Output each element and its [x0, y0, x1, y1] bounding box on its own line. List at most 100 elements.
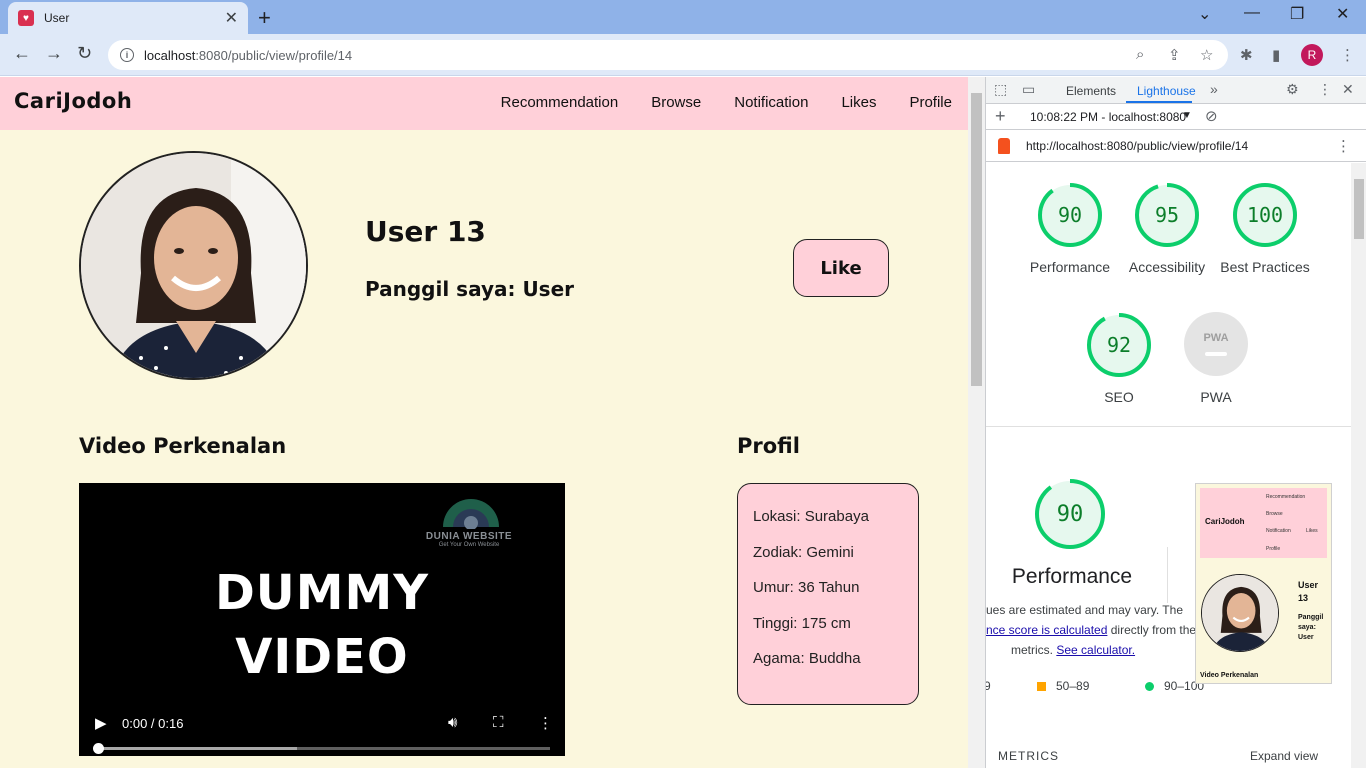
devtools-settings-icon[interactable]: ⚙: [1286, 81, 1299, 98]
video-time: 0:00 / 0:16: [122, 716, 184, 731]
close-tab-icon[interactable]: ✕: [225, 8, 238, 28]
inspect-element-icon[interactable]: ⬚: [994, 81, 1007, 98]
video-more-icon[interactable]: ⋮: [538, 714, 553, 732]
chrome-menu-icon[interactable]: ⋮: [1340, 46, 1355, 64]
heart-favicon-icon: ♥: [18, 10, 34, 26]
final-screenshot-thumbnail[interactable]: CariJodoh Recommendation Browse Notifica…: [1195, 483, 1332, 684]
video-seekbar[interactable]: [98, 747, 550, 750]
score-gauge-seo[interactable]: 92: [1086, 312, 1152, 378]
tab-title: User: [44, 11, 70, 25]
seek-knob[interactable]: [93, 743, 104, 754]
thumb-logo: CariJodoh: [1205, 517, 1245, 526]
play-icon[interactable]: ▶: [95, 714, 107, 732]
tab-lighthouse[interactable]: Lighthouse: [1137, 84, 1196, 98]
expand-view-toggle[interactable]: Expand view: [1250, 749, 1318, 763]
browser-toolbar: ← → ↻ i localhost:8080/public/view/profi…: [0, 34, 1366, 76]
extensions-icon[interactable]: ✱: [1240, 46, 1253, 64]
legend-green-dot-icon: [1145, 682, 1154, 692]
profile-avatar[interactable]: R: [1301, 44, 1323, 66]
new-tab-icon[interactable]: +: [258, 5, 271, 31]
lighthouse-url-bar: http://localhost:8080/public/view/profil…: [986, 130, 1366, 162]
watermark-text: DUNIA WEBSITE: [425, 531, 513, 542]
nav-recommendation[interactable]: Recommendation: [501, 94, 619, 111]
perf-gauge-large: 90: [1035, 479, 1105, 549]
new-report-icon[interactable]: +: [995, 106, 1006, 127]
thumb-video-heading: Video Perkenalan: [1200, 672, 1259, 679]
score-gauge-best-practices[interactable]: 100: [1232, 182, 1298, 248]
side-panel-icon[interactable]: ▮: [1272, 46, 1280, 64]
site-info-icon[interactable]: i: [120, 48, 134, 62]
label-seo: SEO: [1104, 389, 1134, 405]
devtools-scrollbar[interactable]: [1351, 163, 1366, 768]
watermark-subtext: Get Your Own Website: [438, 542, 500, 548]
like-button[interactable]: Like: [793, 239, 889, 297]
tab-elements[interactable]: Elements: [1066, 84, 1116, 98]
video-watermark: DUNIA WEBSITE Get Your Own Website: [419, 531, 519, 548]
tab-search-icon[interactable]: ⌄: [1198, 4, 1211, 24]
minimize-icon[interactable]: —: [1244, 4, 1260, 22]
devtools-tabbar: ⬚ ▭ Elements Lighthouse » ⚙ ⋮ ✕: [986, 77, 1366, 104]
device-toolbar-icon[interactable]: ▭: [1022, 81, 1035, 98]
back-icon[interactable]: ←: [13, 43, 31, 64]
nav-profile[interactable]: Profile: [909, 94, 952, 111]
profil-heading: Profil: [737, 434, 800, 458]
intro-video-player[interactable]: DUNIA WEBSITE Get Your Own Website DUMMY…: [79, 483, 565, 756]
video-buffered-bar: [98, 747, 297, 750]
nav-browse[interactable]: Browse: [651, 94, 701, 111]
forward-icon[interactable]: →: [45, 43, 63, 64]
report-url: http://localhost:8080/public/view/profil…: [1026, 139, 1249, 153]
page-scrollbar[interactable]: [968, 77, 985, 768]
score-gauge-accessibility[interactable]: 95: [1134, 182, 1200, 248]
devtools-menu-icon[interactable]: ⋮: [1318, 81, 1332, 98]
pwa-dash: [1205, 352, 1227, 356]
nav-notification[interactable]: Notification: [734, 94, 808, 111]
pwa-badge-text: PWA: [1203, 332, 1229, 344]
page-scroll-thumb[interactable]: [971, 93, 982, 386]
bookmark-star-icon[interactable]: ☆: [1200, 46, 1213, 64]
legend-low-label: 9: [986, 679, 991, 693]
profile-details-card: Lokasi: Surabaya Zodiak: Gemini Umur: 36…: [737, 483, 919, 705]
detail-age: Umur: 36 Tahun: [753, 579, 860, 596]
clear-reports-icon[interactable]: ⊘: [1205, 107, 1218, 125]
reload-icon[interactable]: ↻: [77, 43, 92, 64]
report-dropdown-icon[interactable]: ▼: [1182, 110, 1192, 121]
zoom-icon[interactable]: ⌕: [1136, 46, 1144, 63]
report-menu-icon[interactable]: ⋮: [1336, 137, 1351, 155]
browser-tab[interactable]: ♥ User ✕: [8, 2, 248, 34]
legend-low: 9: [986, 679, 991, 693]
detail-location: Lokasi: Surabaya: [753, 508, 869, 525]
video-title-line1: DUMMY: [214, 565, 430, 621]
site-logo[interactable]: CariJodoh: [14, 89, 132, 113]
perf-score-large: 90: [1056, 501, 1084, 527]
score-seo: 92: [1106, 333, 1132, 357]
devtools-scroll-thumb[interactable]: [1354, 179, 1364, 239]
close-window-icon[interactable]: ✕: [1336, 4, 1349, 24]
see-calculator-link[interactable]: See calculator.: [1056, 643, 1135, 657]
report-selector[interactable]: 10:08:22 PM - localhost:8080: [1030, 110, 1186, 124]
video-title-line2: VIDEO: [235, 629, 409, 685]
site-menu: Recommendation Browse Notification Likes…: [501, 94, 952, 111]
address-bar[interactable]: i localhost:8080/public/view/profile/14: [108, 40, 1228, 70]
share-icon[interactable]: ⇪: [1168, 46, 1181, 64]
restore-icon[interactable]: ❐: [1290, 4, 1304, 24]
volume-icon[interactable]: 🔊︎: [448, 714, 457, 731]
fullscreen-icon[interactable]: ⛶: [493, 714, 504, 731]
metrics-label: METRICS: [998, 749, 1059, 763]
devtools-divider: [986, 426, 1351, 427]
perf-score-calculated-link[interactable]: nce score is calculated: [986, 623, 1107, 637]
site-navbar: CariJodoh Recommendation Browse Notifica…: [0, 77, 968, 130]
video-heading: Video Perkenalan: [79, 434, 287, 458]
pwa-badge[interactable]: PWA: [1184, 312, 1248, 376]
score-gauge-performance[interactable]: 90: [1037, 182, 1103, 248]
active-tab-indicator: [1126, 101, 1192, 103]
label-pwa: PWA: [1200, 389, 1232, 405]
nav-likes[interactable]: Likes: [841, 94, 876, 111]
label-accessibility: Accessibility: [1128, 259, 1206, 275]
legend-orange-square-icon: [1037, 682, 1046, 692]
detail-height: Tinggi: 175 cm: [753, 614, 851, 632]
devtools-close-icon[interactable]: ✕: [1342, 81, 1354, 98]
thumb-menu-notification: Notification: [1266, 528, 1291, 534]
more-tabs-icon[interactable]: »: [1210, 81, 1218, 97]
perf-separator: [1167, 547, 1168, 603]
url-path: :8080/public/view/profile/14: [195, 47, 353, 63]
